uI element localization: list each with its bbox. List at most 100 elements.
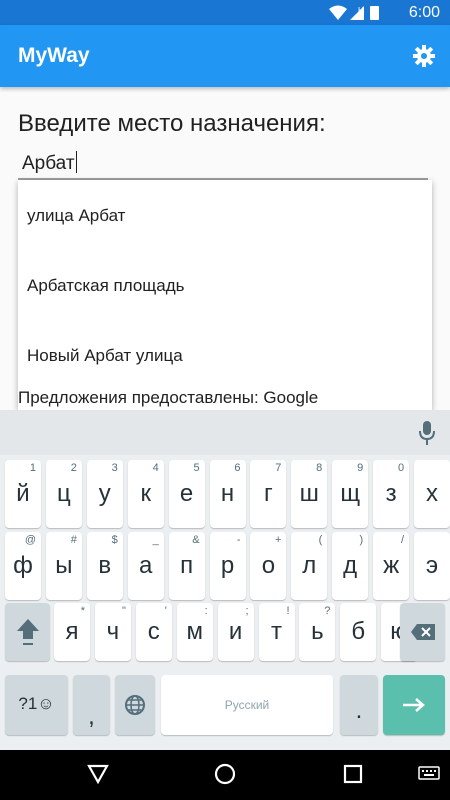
microphone-icon[interactable] <box>418 420 436 446</box>
key-hint-label: - <box>236 534 241 546</box>
destination-input[interactable]: Арбат <box>18 148 428 180</box>
key-letter-label: с <box>147 618 160 645</box>
letter-key[interactable]: ! т <box>258 603 295 661</box>
key-hint-label: 0 <box>397 462 405 474</box>
key-letter-label: р <box>220 552 235 579</box>
period-key[interactable]: . <box>340 675 378 735</box>
key-letter-label: й <box>16 480 30 507</box>
key-letter-label: ц <box>57 480 71 507</box>
letter-key[interactable]: ? ь <box>299 603 336 661</box>
letter-key[interactable]: @ ф <box>5 532 41 600</box>
key-letter-label: ф <box>13 552 33 579</box>
letter-key[interactable]: -р <box>209 532 246 600</box>
letter-key[interactable]: & п <box>168 532 205 600</box>
key-letter-label: щ <box>340 480 361 507</box>
settings-gear-icon[interactable] <box>412 44 436 68</box>
key-hint-label: + <box>274 534 282 546</box>
letter-key[interactable]: # ы <box>45 532 82 600</box>
status-bar: H 6:00 <box>0 0 450 25</box>
letter-key[interactable]: 9щ <box>332 460 369 528</box>
key-letter-label: е <box>179 480 194 507</box>
back-triangle-icon[interactable] <box>86 762 110 786</box>
key-hint-label: ? <box>324 605 331 617</box>
letter-key[interactable]: э <box>414 532 450 600</box>
letter-key[interactable]: ' с <box>135 603 172 661</box>
letter-key[interactable]: 0з <box>373 460 410 528</box>
suggestions-attribution: Предложения предоставлены: Google <box>18 388 319 407</box>
letter-key[interactable]: 7г <box>250 460 287 528</box>
key-hint-label: : <box>204 605 208 617</box>
key-letter-label: д <box>343 552 358 579</box>
key-hint-label: 2 <box>70 462 77 474</box>
arrow-right-icon <box>403 698 425 712</box>
suggestion-item[interactable]: Арбатская площадь <box>27 276 185 296</box>
backspace-key[interactable] <box>400 603 445 661</box>
key-letter-label: о <box>261 552 276 579</box>
app-bar: MyWay <box>0 25 450 87</box>
key-letter-label: у <box>98 480 111 507</box>
letter-key[interactable]: 3у <box>86 460 123 528</box>
symbols-key-label: ?1☺ <box>18 694 55 713</box>
space-key-label: Русский <box>224 698 270 712</box>
suggestions-dropdown: улица Арбат Арбатская площадь Новый Арба… <box>18 180 432 410</box>
keyboard-switch-icon[interactable] <box>418 765 440 783</box>
letter-key[interactable]: ) д <box>332 532 369 600</box>
suggestion-item[interactable]: улица Арбат <box>27 206 125 226</box>
key-hint-label: 3 <box>111 462 118 474</box>
key-letter-label: ь <box>311 618 324 645</box>
key-letter-label: ж <box>383 552 400 579</box>
key-letter-label: г <box>264 480 273 507</box>
letter-key[interactable]: / ж <box>373 532 410 600</box>
key-letter-label: х <box>426 480 438 507</box>
key-hint-label: 4 <box>152 462 159 474</box>
key-letter-label: м <box>186 618 203 645</box>
key-hint-label: ! <box>286 605 290 617</box>
letter-key[interactable]: + о <box>250 532 287 600</box>
navigation-bar <box>0 750 450 800</box>
letter-key[interactable]: 2ц <box>45 460 82 528</box>
key-hint-label: ' <box>164 605 167 617</box>
letter-key[interactable]: " ч <box>94 603 131 661</box>
shift-key[interactable] <box>5 603 50 661</box>
key-letter-label: ш <box>299 480 319 507</box>
status-time: 6:00 <box>408 4 440 21</box>
destination-prompt: Введите место назначения: <box>18 110 326 137</box>
letter-key[interactable]: (л <box>291 532 328 600</box>
key-letter-label: а <box>139 552 153 579</box>
letter-key[interactable]: 1й <box>5 460 41 528</box>
letter-key[interactable]: 8ш <box>291 460 328 528</box>
key-hint-label: _ <box>152 534 159 546</box>
symbols-key[interactable]: ?1☺ <box>5 675 68 735</box>
app-title: MyWay <box>18 44 90 67</box>
letter-key[interactable]: 5е <box>168 460 205 528</box>
key-hint-label: 8 <box>316 462 323 474</box>
comma-key[interactable]: , <box>73 675 110 735</box>
suggestion-item[interactable]: Новый Арбат улица <box>27 346 183 366</box>
letter-key[interactable]: 4к <box>127 460 164 528</box>
key-hint-label: ) <box>359 534 364 546</box>
key-hint-label: 7 <box>275 462 282 474</box>
letter-key[interactable]: б <box>340 603 377 661</box>
letter-key[interactable]: х <box>414 460 450 528</box>
status-icons: H <box>329 5 379 20</box>
key-hint-label: * <box>80 605 85 617</box>
shift-arrow-icon <box>17 619 39 645</box>
enter-key[interactable] <box>383 675 445 735</box>
language-key[interactable] <box>115 675 155 735</box>
network-type-label: H <box>358 6 364 15</box>
keyboard-top-bar <box>0 410 450 455</box>
letter-key[interactable]: $ в <box>86 532 123 600</box>
letter-key[interactable]: 6н <box>209 460 246 528</box>
recents-square-icon[interactable] <box>341 762 365 786</box>
key-letter-label: т <box>271 618 282 645</box>
space-key[interactable]: Русский <box>161 675 333 735</box>
letter-key[interactable]: * я <box>54 603 90 661</box>
home-circle-icon[interactable] <box>213 762 237 786</box>
letter-key[interactable]: _ а <box>127 532 164 600</box>
letter-key[interactable]: ; и <box>217 603 254 661</box>
letter-key[interactable]: :м <box>176 603 213 661</box>
destination-input-value: Арбат <box>22 151 77 174</box>
key-hint-label: 1 <box>29 462 36 474</box>
period-key-label: . <box>355 697 363 724</box>
key-hint-label: 5 <box>193 462 200 474</box>
